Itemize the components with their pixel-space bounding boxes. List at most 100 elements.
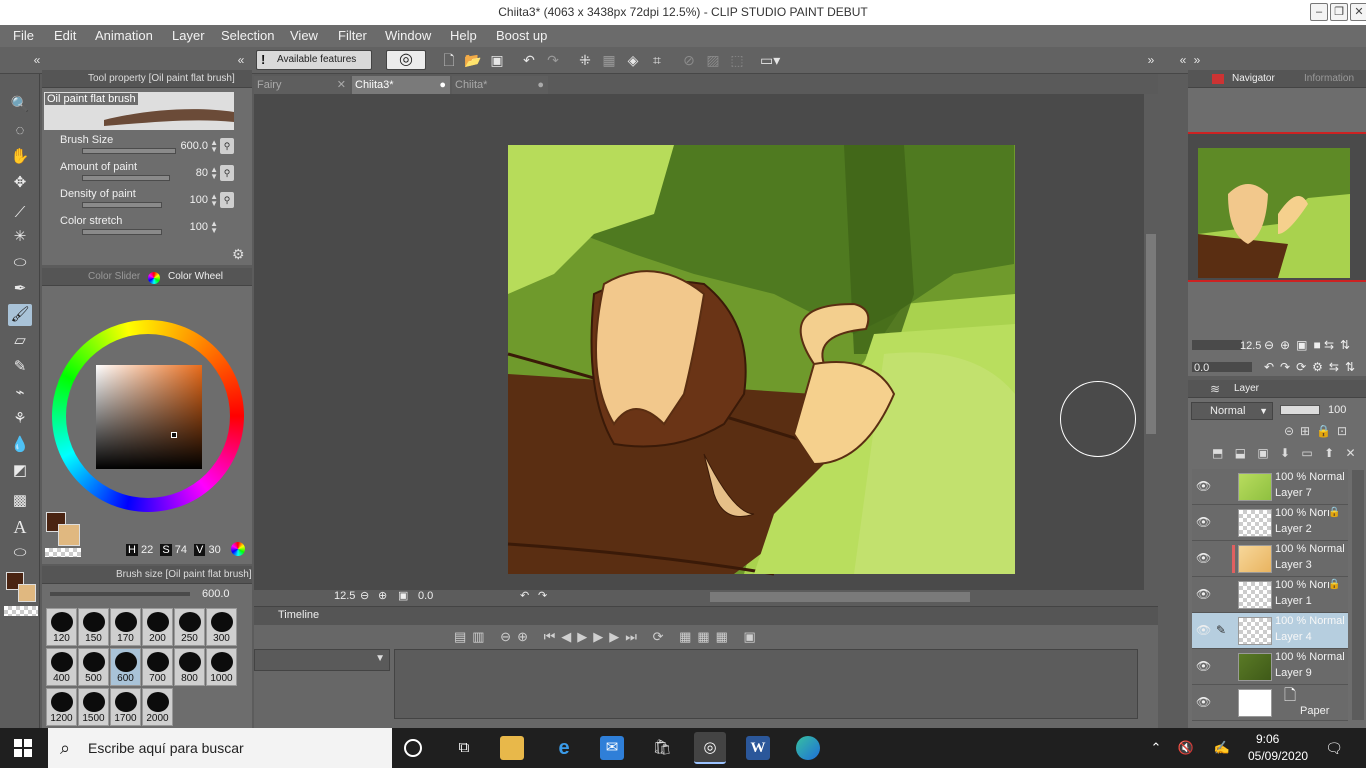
canvas-vertical-scrollbar[interactable] <box>1144 94 1158 590</box>
menu-edit[interactable]: Edit <box>54 28 76 43</box>
tab-fairy[interactable]: Fairy ✕ <box>254 76 350 94</box>
eyedropper-tool-icon[interactable]: ⟋ <box>8 202 32 224</box>
color-picker-cursor[interactable] <box>171 432 177 438</box>
amount-of-paint-bar[interactable] <box>82 175 170 181</box>
bucket-tool-icon[interactable]: ◩ <box>8 460 32 482</box>
brush-tool-icon[interactable]: 🖌 <box>8 304 32 326</box>
navigator-preview[interactable] <box>1188 132 1366 282</box>
gradient-tool-icon[interactable]: ▩ <box>8 490 32 512</box>
word-icon[interactable]: W <box>746 736 770 760</box>
text-tool-icon[interactable]: A <box>8 516 32 538</box>
pen-workspace-icon[interactable]: ✍ <box>1210 736 1234 760</box>
expand-right-icon-2[interactable]: » <box>1188 51 1206 69</box>
brush-size-tile[interactable]: 170 <box>110 608 141 646</box>
spin-icon[interactable]: ▲ ▼ <box>210 220 218 235</box>
opacity-value[interactable]: 100 <box>1328 404 1346 416</box>
layer-name[interactable]: Layer 7 <box>1275 487 1312 499</box>
menu-selection[interactable]: Selection <box>221 28 274 43</box>
layer-row[interactable]: 👁 🗋 Paper <box>1192 685 1348 721</box>
settings-gear-icon[interactable]: ⚙ <box>232 246 245 263</box>
select-all-icon[interactable]: ⬚ <box>728 51 746 69</box>
spin-icon[interactable]: ▲ ▼ <box>210 139 218 154</box>
mail-icon[interactable]: ✉ <box>600 736 624 760</box>
pen-tool-icon[interactable]: ✒ <box>8 278 32 300</box>
layer-name[interactable]: Layer 3 <box>1275 559 1312 571</box>
task-view-icon[interactable]: ⧉ <box>452 736 476 760</box>
available-features-button[interactable]: ! Available features <box>256 50 372 70</box>
layer-lock-icons[interactable]: ⊝⊞🔒⊡ <box>1284 424 1353 438</box>
close-button[interactable]: ✕ <box>1350 3 1366 21</box>
edge-icon[interactable] <box>796 736 820 760</box>
zoom-tool-icon[interactable]: 🔍 <box>8 94 32 116</box>
fill-icon[interactable]: ◈ <box>624 51 642 69</box>
layer-name[interactable]: Layer 9 <box>1275 667 1312 679</box>
magic-wand-icon[interactable]: ✳ <box>8 226 32 248</box>
menu-animation[interactable]: Animation <box>95 28 153 43</box>
minimize-button[interactable]: – <box>1310 3 1328 21</box>
saturation-value-square[interactable] <box>96 365 202 469</box>
maximize-button[interactable]: ❐ <box>1330 3 1348 21</box>
amount-of-paint-value[interactable]: 80 <box>168 167 208 179</box>
layer-name[interactable]: Layer 4 <box>1275 631 1312 643</box>
color-mode-icon[interactable] <box>231 542 245 556</box>
selection-off-icon[interactable]: ⊘ <box>680 51 698 69</box>
store-icon[interactable]: 🛍 <box>650 736 674 760</box>
brush-size-current[interactable]: 600.0 <box>202 588 230 600</box>
canvas-area[interactable] <box>254 94 1144 590</box>
navigator-zoom-slider[interactable] <box>1192 340 1242 350</box>
lasso-tool-icon[interactable]: ◌ <box>8 120 32 142</box>
redo-icon[interactable]: ↷ <box>544 51 562 69</box>
file-explorer-icon[interactable] <box>500 736 524 760</box>
layer-row[interactable]: 👁 100 % Norı Layer 2 🔒 <box>1192 505 1348 541</box>
view-options-icon[interactable]: ▭▾ <box>760 51 780 69</box>
layer-name[interactable]: Layer 1 <box>1275 595 1312 607</box>
pressure-icon[interactable]: ⚲ <box>220 138 234 154</box>
brush-size-tile[interactable]: 1200 <box>46 688 77 726</box>
brush-size-tile[interactable]: 200 <box>142 608 173 646</box>
density-of-paint-bar[interactable] <box>82 202 162 208</box>
zoom-in-icon[interactable]: ⊕ <box>378 589 387 602</box>
color-stretch-bar[interactable] <box>82 229 162 235</box>
brush-size-tile[interactable]: 150 <box>78 608 109 646</box>
timeline-dropdown[interactable]: ▼ <box>254 649 390 671</box>
density-of-paint-slider[interactable]: Density of paint 100 ▲ ▼ ⚲ <box>56 188 236 214</box>
layer-row[interactable]: 👁 100 % Normal Layer 3 <box>1192 541 1348 577</box>
brush-size-tile[interactable]: 700 <box>142 648 173 686</box>
expand-right-icon[interactable]: » <box>1142 51 1160 69</box>
canvas-angle-value[interactable]: 0.0 <box>418 590 433 602</box>
layer-row[interactable]: 👁 100 % Norı Layer 1 🔒 <box>1192 577 1348 613</box>
tab-navigator[interactable]: Navigator <box>1232 70 1275 88</box>
brush-size-tile[interactable]: 1700 <box>110 688 141 726</box>
blend-mode-select[interactable]: Normal ▼ <box>1191 402 1273 420</box>
brush-size-slider[interactable]: Brush Size 600.0 ▲ ▼ ⚲ <box>56 134 236 160</box>
collapse-left-icon[interactable]: « <box>28 51 46 69</box>
brush-size-tile[interactable]: 250 <box>174 608 205 646</box>
brush-size-tile[interactable]: 500 <box>78 648 109 686</box>
tab-layer[interactable]: Layer <box>1234 380 1259 398</box>
clip-studio-icon[interactable]: ◎ <box>386 50 426 70</box>
new-file-icon[interactable]: 🗋 <box>440 51 458 69</box>
navigator-angle-value[interactable]: 0.0 <box>1194 362 1209 374</box>
visibility-eye-icon[interactable]: 👁 <box>1196 695 1211 709</box>
pressure-icon[interactable]: ⚲ <box>220 165 234 181</box>
tab-color-wheel[interactable]: Color Wheel <box>168 268 223 286</box>
undo-icon[interactable]: ↶ <box>520 51 538 69</box>
brush-size-tile[interactable]: 800 <box>174 648 205 686</box>
sub-color-swatch[interactable] <box>18 584 36 602</box>
brush-size-tile[interactable]: 300 <box>206 608 237 646</box>
cortana-icon[interactable] <box>404 739 422 757</box>
visibility-eye-icon[interactable]: 👁 <box>1196 659 1211 673</box>
spin-icon[interactable]: ▲ ▼ <box>210 193 218 208</box>
transparent-chip[interactable] <box>45 548 81 557</box>
volume-muted-icon[interactable]: 🔇 <box>1174 736 1198 760</box>
layer-row[interactable]: 👁 100 % Normal Layer 7 <box>1192 469 1348 505</box>
scale-icon[interactable]: ▦ <box>600 51 618 69</box>
menu-view[interactable]: View <box>290 28 318 43</box>
visibility-eye-icon[interactable]: 👁 <box>1196 551 1211 565</box>
tab-chiita3[interactable]: Chiita3* ● <box>352 76 450 94</box>
hand-tool-icon[interactable]: ✋ <box>8 146 32 168</box>
zoom-out-icon[interactable]: ⊖ <box>360 589 369 602</box>
brush-size-tile[interactable]: 120 <box>46 608 77 646</box>
ellipse-select-icon[interactable]: ⬭ <box>8 252 32 274</box>
visibility-eye-icon[interactable]: 👁 <box>1196 479 1211 493</box>
